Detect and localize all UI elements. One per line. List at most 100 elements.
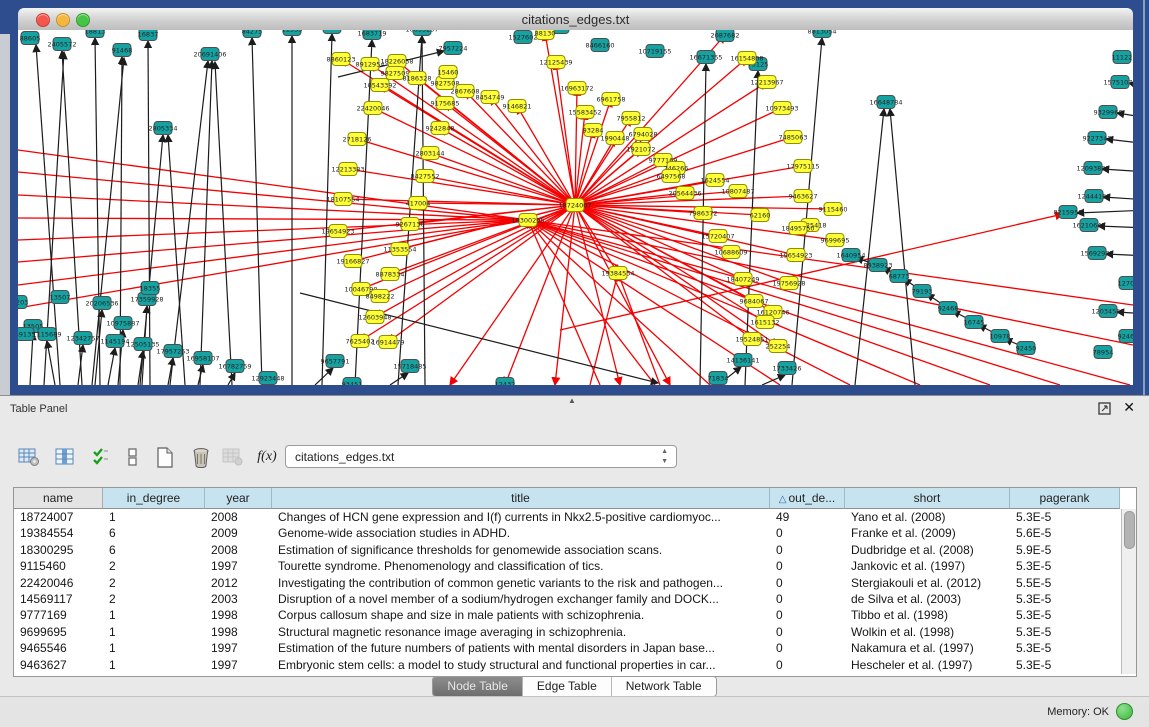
graph-node[interactable]: 12125439 (539, 56, 572, 69)
graph-node[interactable]: 2805334 (149, 122, 178, 135)
graph-node[interactable]: 7625402 (346, 335, 375, 348)
graph-node[interactable]: 16648784 (869, 96, 902, 109)
graph-node[interactable]: 88130 (535, 30, 556, 40)
graph-node[interactable]: 8813054 (808, 30, 837, 38)
graph-node[interactable]: 10543392 (363, 79, 396, 92)
delete-trash-icon[interactable] (186, 442, 216, 472)
scrollbar-thumb[interactable] (1124, 511, 1135, 549)
table-row[interactable]: 2242004622012Investigating the contribut… (14, 575, 1120, 591)
graph-node[interactable]: 8878334 (376, 268, 405, 281)
graph-node[interactable]: 78954 (1093, 346, 1114, 359)
graph-node[interactable]: 9115460 (819, 203, 848, 216)
panel-divider-handle[interactable]: ▲ (568, 396, 576, 405)
graph-node[interactable]: 16745 (964, 316, 985, 329)
graph-node[interactable]: 10807487 (721, 185, 754, 198)
function-builder-icon[interactable]: f(x) (252, 442, 282, 472)
memory-status-indicator[interactable] (1116, 703, 1133, 720)
column-header-name[interactable]: name (14, 488, 103, 509)
graph-node[interactable]: 16958107 (186, 352, 219, 365)
graph-node[interactable]: 15751074 (1103, 76, 1133, 89)
table-vertical-scrollbar[interactable] (1121, 509, 1136, 674)
select-all-checks-icon[interactable] (86, 442, 116, 472)
graph-node[interactable]: 16963172 (560, 82, 593, 95)
table-selector-dropdown[interactable]: citations_edges.txt ▲▼ (285, 445, 677, 468)
tab-edge-table[interactable]: Edge Table (523, 677, 612, 696)
graph-node[interactable]: 79193 (912, 285, 933, 298)
graph-node[interactable]: 9657791 (321, 355, 350, 368)
graph-node[interactable]: 1990448 (601, 132, 630, 145)
table-settings-icon[interactable] (14, 442, 44, 472)
graph-node[interactable]: 16782759 (218, 360, 251, 373)
graph-node[interactable]: 8466160 (586, 39, 615, 52)
graph-node[interactable]: 12093832 (1076, 162, 1109, 175)
graph-node[interactable]: 8215958 (1054, 206, 1083, 219)
graph-node[interactable]: 12432 (495, 378, 516, 386)
graph-node[interactable]: 1615132 (751, 316, 780, 329)
graph-node[interactable]: 1527602 (509, 31, 538, 44)
graph-node[interactable]: 91468 (112, 44, 133, 57)
network-canvas-area[interactable]: 8860524055721881391468168372069140684275… (18, 30, 1133, 385)
column-header-short[interactable]: short (845, 488, 1010, 509)
graph-node[interactable]: 11353 (282, 30, 303, 36)
graph-node[interactable]: 8186328 (403, 72, 432, 85)
graph-node[interactable]: 16834 (322, 30, 343, 34)
graph-node[interactable]: 92463 (1118, 330, 1133, 343)
graph-node[interactable]: 18495750 (781, 222, 814, 235)
float-panel-icon[interactable] (1098, 402, 1111, 415)
graph-node[interactable]: 16914479 (371, 336, 404, 349)
graph-node[interactable]: 9227343 (1083, 132, 1112, 145)
graph-node[interactable]: 8938923 (864, 259, 893, 272)
graph-node[interactable]: 7955812 (617, 112, 646, 125)
graph-node[interactable]: 15583452 (568, 106, 601, 119)
table-row[interactable]: 1456911722003Disruption of a novel membe… (14, 591, 1120, 607)
graph-node[interactable]: 13507 (50, 291, 71, 304)
table-body[interactable]: 1872400712008Changes of HCN gene express… (14, 509, 1120, 673)
graph-node[interactable]: 7485063 (779, 131, 808, 144)
column-header-out_de[interactable]: △out_de... (770, 488, 845, 509)
graph-node[interactable]: 10688609 (714, 246, 747, 259)
graph-node[interactable]: 12603948 (358, 311, 391, 324)
graph-node[interactable]: 1733426 (773, 362, 802, 375)
graph-node[interactable]: 62160 (750, 209, 771, 222)
graph-node[interactable]: 16671355 (689, 51, 722, 64)
graph-node[interactable]: 15460 (438, 66, 459, 79)
graph-node[interactable]: 12923448 (251, 372, 284, 385)
graph-node[interactable]: 17957253 (156, 345, 189, 358)
column-header-title[interactable]: title (272, 488, 770, 509)
graph-node[interactable]: 10978 (990, 330, 1011, 343)
table-row[interactable]: 1938455462009Genome-wide association stu… (14, 525, 1120, 541)
graph-node[interactable]: 9146821 (503, 100, 532, 113)
graph-node[interactable]: 7986372 (689, 207, 718, 220)
graph-node[interactable]: 71834 (708, 372, 729, 385)
network-canvas[interactable]: 8860524055721881391468168372069140684275… (18, 30, 1133, 385)
graph-node[interactable]: 20691406 (193, 48, 226, 61)
graph-node[interactable]: 2087682 (711, 30, 740, 42)
table-row[interactable]: 946362711997Embryonic stem cells: a mode… (14, 657, 1120, 673)
graph-node[interactable]: 11353554 (383, 243, 416, 256)
graph-node[interactable]: 19524851 (735, 333, 768, 346)
graph-node[interactable]: 8454749 (476, 91, 505, 104)
graph-node[interactable]: 19166827 (336, 255, 369, 268)
graph-node[interactable]: 9684067 (740, 295, 769, 308)
graph-node[interactable]: 1921072 (627, 143, 656, 156)
checkbox-list-icon[interactable] (118, 442, 148, 472)
graph-node[interactable]: 17975115 (786, 160, 819, 173)
graph-node[interactable]: 19384554 (601, 267, 634, 280)
graph-node[interactable]: 68773 (889, 270, 910, 283)
graph-node[interactable]: 92468 (938, 302, 959, 315)
graph-node[interactable]: 10655257 (405, 30, 438, 36)
graph-node[interactable]: 20203 (18, 296, 28, 309)
tab-network-table[interactable]: Network Table (612, 677, 716, 696)
graph-node[interactable]: 9329966 (1094, 106, 1123, 119)
graph-node[interactable]: 12444158 (1077, 190, 1110, 203)
graph-node[interactable]: 6961758 (597, 93, 626, 106)
graph-node[interactable]: 88605 (20, 32, 41, 45)
network-window-titlebar[interactable]: citations_edges.txt (18, 8, 1133, 31)
tab-node-table[interactable]: Node Table (433, 677, 523, 696)
graph-node[interactable]: 20206536 (85, 297, 118, 310)
graph-node[interactable]: 22420046 (356, 102, 389, 115)
table-row[interactable]: 1872400712008Changes of HCN gene express… (14, 509, 1120, 525)
graph-node[interactable]: 12213383 (331, 163, 364, 176)
graph-node[interactable]: 10975887 (106, 317, 139, 330)
graph-node[interactable]: 1624554 (701, 174, 730, 187)
